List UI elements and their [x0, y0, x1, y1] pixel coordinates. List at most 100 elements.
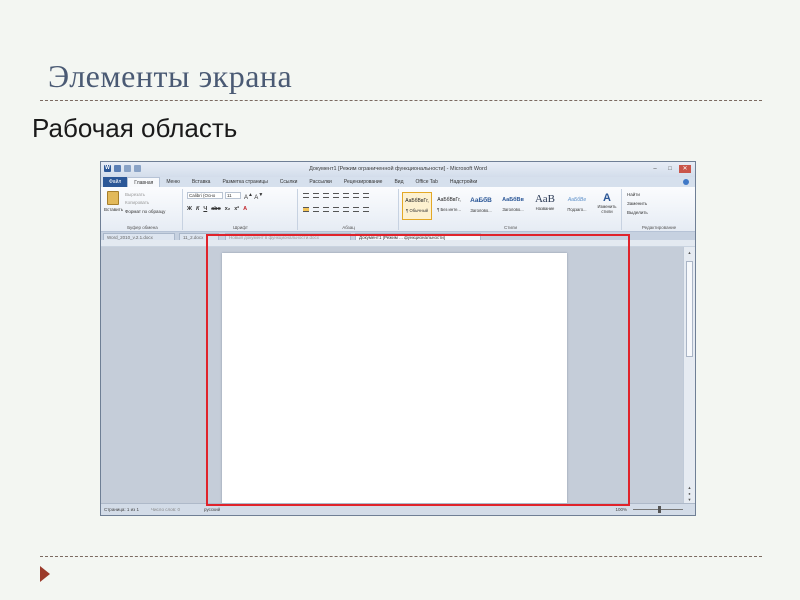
status-bar: Страница: 1 из 1 Число слов: 0 русский 1… [101, 503, 695, 515]
doc-tab[interactable]: Word_2010_v.2.1.docx [103, 233, 175, 240]
change-styles-label: Изменить стили [597, 204, 617, 214]
font-group: Calibri (Осно 11 A▲ A▼ Ж К Ч abc x₂ x² A… [184, 189, 298, 230]
scrollbar-thumb[interactable] [686, 261, 693, 357]
bullets-icon[interactable] [303, 193, 309, 198]
prev-page-icon[interactable]: ▲ [687, 485, 692, 490]
style-name: Заголово... [502, 207, 524, 212]
tab-addins[interactable]: Надстройки [444, 177, 483, 187]
style-sample: АаБбВвГг, [405, 198, 429, 204]
word-window: W Документ1 [Режим ограниченной функцион… [100, 161, 696, 516]
increase-indent-icon[interactable] [343, 193, 349, 198]
style-sample: АаБбВе [567, 197, 587, 203]
style-name: ¶ Без инте... [437, 207, 461, 212]
bold-button[interactable]: Ж [187, 206, 192, 212]
zoom-slider-knob[interactable] [658, 506, 661, 513]
decrease-indent-icon[interactable] [333, 193, 339, 198]
help-icon[interactable] [683, 179, 689, 185]
doc-tab[interactable]: 11_2.docx [179, 233, 219, 240]
clipboard-group: Вставить Вырезать Копировать Формат по о… [103, 189, 183, 230]
style-heading-2[interactable]: АаБбВв Заголово... [498, 192, 528, 220]
change-styles-icon: A [603, 192, 611, 204]
align-center-icon[interactable] [313, 207, 319, 212]
ribbon-tabs: Файл Главная Меню Вставка Разметка стран… [101, 177, 695, 187]
style-no-spacing[interactable]: АаБбВвГг, ¶ Без инте... [434, 192, 464, 220]
font-name-select[interactable]: Calibri (Осно [187, 192, 223, 199]
superscript-button[interactable]: x² [234, 206, 239, 212]
align-right-icon[interactable] [323, 207, 329, 212]
paste-icon[interactable] [107, 191, 119, 205]
pilcrow-icon[interactable] [363, 193, 369, 198]
styles-group-label: Стили [504, 225, 517, 230]
language-indicator[interactable]: русский [204, 507, 220, 512]
ribbon: Вставить Вырезать Копировать Формат по о… [101, 187, 695, 232]
style-sample: АаБбВ [470, 197, 492, 204]
tab-file[interactable]: Файл [103, 177, 128, 187]
tab-insert[interactable]: Вставка [186, 177, 217, 187]
tab-home[interactable]: Главная [127, 177, 161, 187]
font-format-buttons: Ж К Ч abc x₂ x² A [187, 206, 247, 212]
subscript-button[interactable]: x₂ [225, 206, 231, 212]
font-size-select[interactable]: 11 [225, 192, 241, 199]
tab-menu[interactable]: Меню [160, 177, 186, 187]
underline-button[interactable]: Ч [203, 206, 207, 212]
tab-office-tab[interactable]: Office Tab [410, 177, 444, 187]
style-heading-1[interactable]: АаБбВ Заголово... [466, 192, 496, 220]
close-button[interactable]: ✕ [679, 165, 691, 173]
window-controls: – □ ✕ [649, 165, 691, 173]
grow-font-icon[interactable]: A▲ A▼ [244, 192, 263, 201]
paste-button[interactable]: Вставить [104, 207, 123, 212]
style-sample: АаБбВв [502, 197, 524, 203]
cut-button[interactable]: Вырезать [125, 192, 145, 197]
document-tabs: Word_2010_v.2.1.docx 11_2.docx Новый док… [101, 232, 695, 240]
paragraph-group-label: Абзац [342, 225, 355, 230]
doc-tab-active[interactable]: Документ1 [Режим ... функциональности] [355, 233, 481, 240]
next-slide-arrow-icon[interactable] [40, 566, 50, 582]
editing-group: Найти Заменить Выделить Редактирование [623, 189, 695, 230]
change-styles-button[interactable]: A Изменить стили [594, 192, 620, 214]
title-divider [40, 100, 762, 101]
next-page-icon[interactable]: ▼ [687, 497, 692, 502]
clipboard-group-label: Буфер обмена [127, 225, 158, 230]
vertical-scrollbar[interactable]: ▲ ▲ ● ▼ [683, 247, 695, 504]
style-subtitle[interactable]: АаБбВе Подзаго... [562, 192, 592, 220]
replace-button[interactable]: Заменить [627, 201, 647, 206]
browse-object-icon[interactable]: ● [687, 491, 692, 496]
font-color-icon[interactable]: A [243, 206, 247, 212]
scroll-up-icon[interactable]: ▲ [687, 250, 692, 255]
select-button[interactable]: Выделить [627, 210, 648, 215]
line-spacing-icon[interactable] [343, 207, 349, 212]
style-title[interactable]: АаВ Название [530, 192, 560, 220]
editing-group-label: Редактирование [641, 225, 677, 230]
italic-button[interactable]: К [196, 206, 199, 212]
format-painter-button[interactable]: Формат по образцу [125, 209, 165, 214]
document-page[interactable] [222, 253, 567, 504]
tab-view[interactable]: Вид [388, 177, 409, 187]
sort-icon[interactable] [353, 193, 359, 198]
style-normal[interactable]: АаБбВвГг, ¶ Обычный [402, 192, 432, 220]
numbering-icon[interactable] [313, 193, 319, 198]
strikethrough-button[interactable]: abc [211, 206, 220, 212]
title-bar: W Документ1 [Режим ограниченной функцион… [101, 162, 695, 177]
tab-page-layout[interactable]: Разметка страницы [216, 177, 273, 187]
style-name: Заголово... [470, 208, 492, 213]
shading-icon[interactable] [353, 207, 359, 212]
slide-subtitle: Рабочая область [32, 113, 238, 143]
word-count[interactable]: Число слов: 0 [151, 507, 180, 512]
justify-icon[interactable] [333, 207, 339, 212]
copy-button[interactable]: Копировать [125, 200, 149, 205]
find-button[interactable]: Найти [627, 192, 640, 197]
tab-mailings[interactable]: Рассылки [303, 177, 337, 187]
doc-tab[interactable]: Новый документ в функциональности.docx [225, 233, 351, 240]
style-name: Название [535, 206, 555, 211]
multilevel-list-icon[interactable] [323, 193, 329, 198]
ruler [101, 240, 695, 247]
tab-references[interactable]: Ссылки [274, 177, 304, 187]
zoom-level[interactable]: 100% [615, 507, 627, 512]
style-name: ¶ Обычный [406, 208, 428, 213]
maximize-button[interactable]: □ [664, 165, 676, 173]
tab-review[interactable]: Рецензирование [338, 177, 389, 187]
borders-icon[interactable] [363, 207, 369, 212]
page-count[interactable]: Страница: 1 из 1 [104, 507, 139, 512]
minimize-button[interactable]: – [649, 165, 661, 173]
align-left-icon[interactable] [303, 207, 309, 212]
